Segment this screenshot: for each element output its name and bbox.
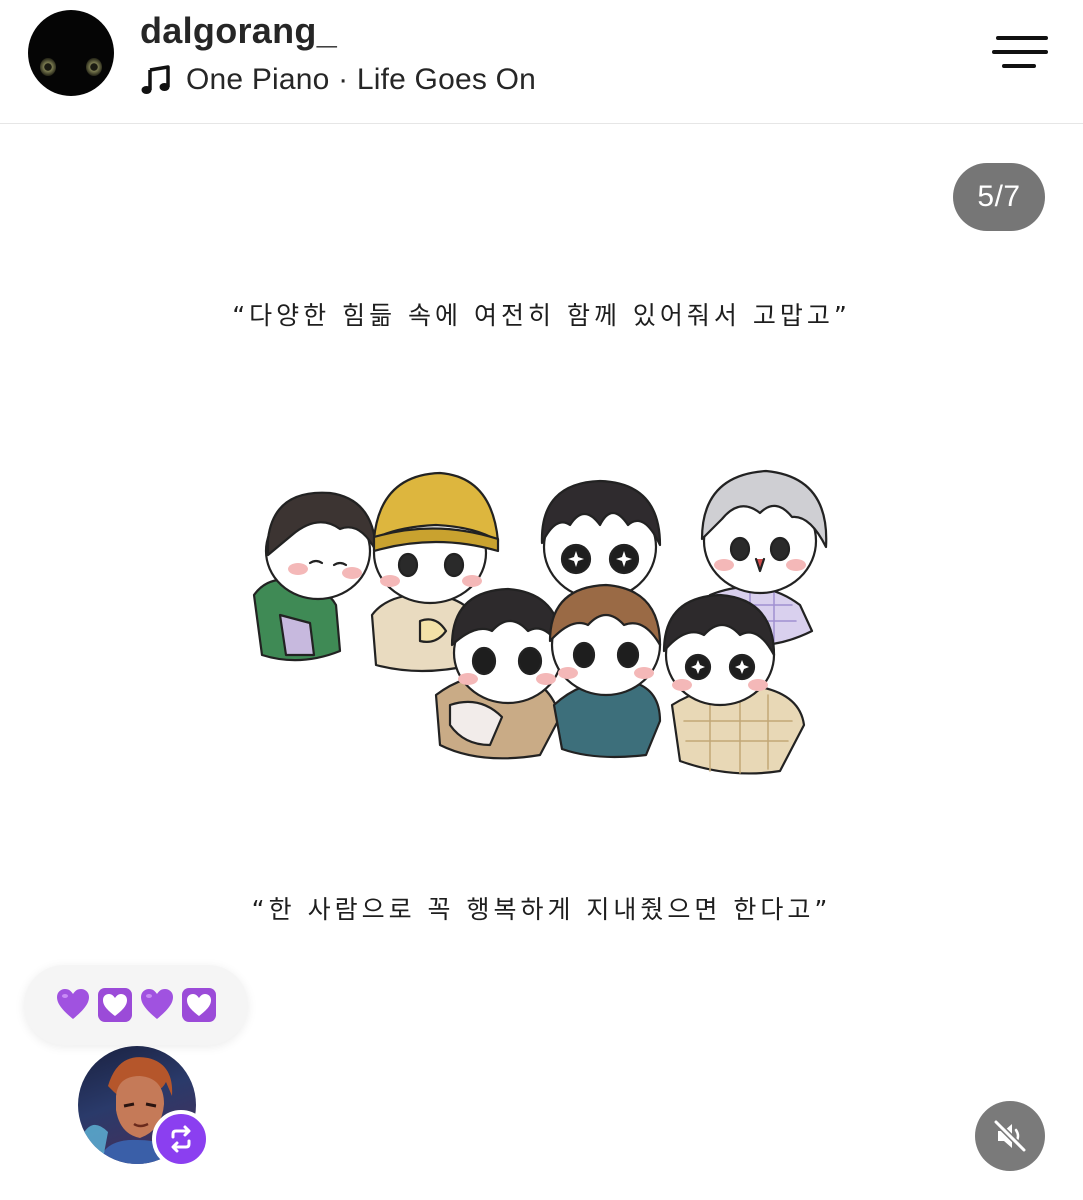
repost-icon <box>171 1125 191 1153</box>
mute-button[interactable] <box>975 1101 1045 1171</box>
quote-top: “다양한 힘듦 속에 여전히 함께 있어줘서 고맙고” <box>232 301 851 330</box>
chibi-3 <box>540 479 662 601</box>
menu-line-bottom <box>1002 64 1036 68</box>
menu-line-middle <box>992 50 1048 54</box>
speaker-muted-icon <box>993 1119 1027 1153</box>
heart-decoration-icon <box>182 988 216 1022</box>
chibi-1 <box>252 491 378 662</box>
slide-counter: 5/7 <box>953 163 1045 231</box>
heart-decoration-icon <box>98 988 132 1022</box>
repost-button[interactable] <box>152 1110 210 1168</box>
post-header: dalgorang_ One Piano · Life Goes On <box>0 0 1083 124</box>
chibi-6 <box>548 583 662 759</box>
music-attribution[interactable]: One Piano · Life Goes On <box>140 60 536 100</box>
music-title: One Piano · Life Goes On <box>186 63 536 96</box>
purple-heart-icon <box>57 989 89 1019</box>
username[interactable]: dalgorang_ <box>140 10 337 52</box>
chibi-group-illustration <box>252 469 828 775</box>
menu-button[interactable] <box>992 34 1052 70</box>
music-note-icon <box>141 65 170 94</box>
quote-bottom: “한 사람으로 꼭 행복하게 지내줬으면 한다고” <box>251 895 832 924</box>
profile-avatar[interactable] <box>28 10 114 96</box>
cat-eye-right <box>86 58 102 76</box>
menu-line-top <box>996 36 1048 40</box>
reaction-bubble[interactable] <box>24 965 248 1045</box>
purple-heart-icon <box>141 989 173 1019</box>
cat-eye-left <box>40 58 56 76</box>
